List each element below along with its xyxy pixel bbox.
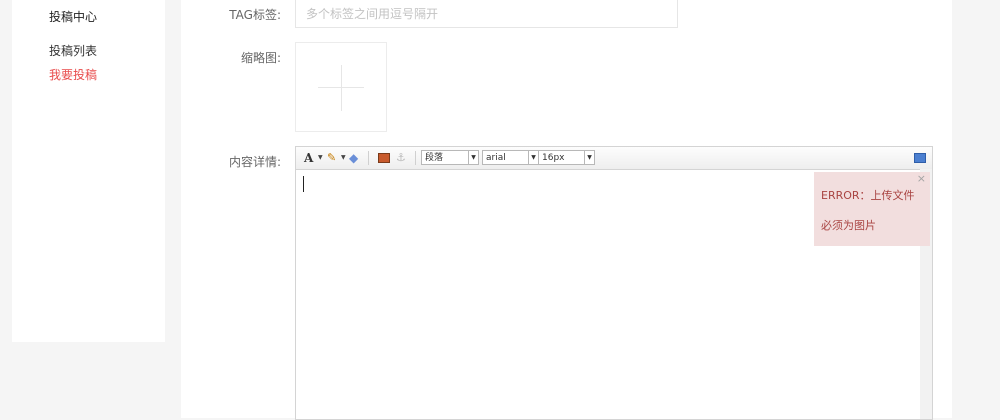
error-message-line1: ERROR：上传文件 [821, 189, 915, 202]
anchor-icon[interactable]: ⚓ [396, 150, 406, 166]
font-family-select[interactable]: arial ▼ [482, 150, 539, 165]
sidebar-title: 投稿中心 [49, 10, 98, 24]
paragraph-select[interactable]: 段落 ▼ [421, 150, 479, 165]
close-icon[interactable]: × [917, 172, 926, 185]
chevron-down-icon: ▼ [584, 151, 594, 164]
toolbar-divider [415, 151, 416, 165]
thumbnail-upload[interactable] [295, 42, 387, 132]
thumbnail-label: 缩略图: [240, 51, 281, 65]
content-label: 内容详情: [228, 155, 281, 169]
font-color-icon[interactable]: A [304, 150, 313, 166]
sidebar-item-submission-list[interactable]: 投稿列表 [49, 42, 97, 59]
plus-icon-vertical [341, 65, 342, 111]
eraser-icon[interactable]: ◆ [349, 150, 358, 166]
chevron-down-icon: ▼ [468, 151, 478, 164]
font-size-select-value: 16px [542, 153, 565, 163]
chevron-down-icon[interactable]: ▼ [318, 150, 323, 166]
fullscreen-icon[interactable] [914, 153, 926, 163]
chevron-down-icon[interactable]: ▼ [341, 150, 346, 166]
sidebar: 投稿中心 投稿列表 我要投稿 [12, 0, 165, 342]
chevron-down-icon: ▼ [528, 151, 538, 164]
sidebar-item-submit[interactable]: 我要投稿 [49, 66, 97, 83]
toolbar-divider [368, 151, 369, 165]
main-panel: TAG标签: 缩略图: 内容详情: A ▼ ✎ ▼ ◆ ⚓ 段落 ▼ arial… [181, 0, 952, 420]
error-tooltip: × ERROR：上传文件 必须为图片 [814, 172, 930, 246]
font-size-select[interactable]: 16px ▼ [538, 150, 595, 165]
font-family-select-value: arial [486, 153, 506, 163]
insert-image-icon[interactable] [378, 153, 390, 163]
highlight-brush-icon[interactable]: ✎ [327, 150, 336, 166]
error-message-line2: 必须为图片 [821, 219, 876, 232]
text-cursor [303, 176, 304, 192]
paragraph-select-value: 段落 [425, 153, 444, 163]
tag-input[interactable] [295, 0, 678, 28]
tag-label: TAG标签: [229, 8, 281, 22]
editor-toolbar: A ▼ ✎ ▼ ◆ ⚓ 段落 ▼ arial ▼ 16px ▼ [296, 147, 932, 170]
